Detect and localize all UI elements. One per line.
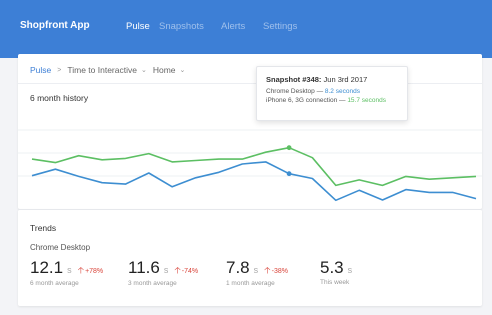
tooltip-row-value: 8.2 seconds (324, 88, 360, 95)
top-bar: Shopfront App Pulse Snapshots Alerts Set… (0, 0, 492, 58)
chevron-down-icon[interactable]: ⌄ (141, 66, 147, 74)
breadcrumb-separator-icon: > (57, 66, 62, 74)
metric-change: 🡡+78% (78, 263, 104, 279)
snapshot-tooltip: Snapshot #348: Jun 3rd 2017 Chrome Deskt… (256, 66, 408, 121)
arrow-up-icon: 🡡 (264, 265, 271, 275)
tooltip-row-label: iPhone 6, 3G connection — (266, 97, 348, 104)
history-title: 6 month history (30, 93, 89, 103)
metric-label: 3 month average (128, 280, 177, 287)
metric-3-month: 11.6 s 🡡-74% 3 month average (128, 258, 198, 287)
metric-change-value: -38% (271, 268, 288, 275)
metric-label: This week (320, 279, 350, 286)
metric-unit: s (163, 265, 169, 275)
metric-unit: s (253, 265, 259, 275)
arrow-up-icon: 🡡 (174, 265, 181, 275)
tooltip-date: Jun 3rd 2017 (323, 75, 368, 84)
trends-card: Trends Chrome Desktop 12.1 s 🡡+78% 6 mon… (18, 209, 482, 306)
history-card: Pulse > Time to Interactive ⌄ Home ⌄ 6 m… (18, 54, 482, 209)
divider (18, 83, 482, 84)
trends-title: Trends (30, 223, 57, 233)
metric-change-value: -74% (181, 268, 199, 275)
metric-value: 5.3 (320, 258, 344, 277)
breadcrumb-page[interactable]: Home (153, 65, 176, 75)
breadcrumb-pulse[interactable]: Pulse (30, 65, 51, 75)
metric-this-week: 5.3 s This week (320, 258, 352, 286)
metric-value: 7.8 (226, 258, 250, 277)
nav-settings[interactable]: Settings (263, 21, 297, 32)
metric-label: 1 month average (226, 280, 275, 287)
metric-label: 6 month average (30, 280, 79, 287)
arrow-up-icon: 🡡 (77, 265, 85, 275)
metric-value: 11.6 (128, 258, 160, 277)
metric-change: 🡡-38% (264, 263, 288, 279)
breadcrumb: Pulse > Time to Interactive ⌄ Home ⌄ (30, 65, 185, 75)
chevron-down-icon[interactable]: ⌄ (180, 66, 186, 74)
metric-change-value: +78% (85, 268, 104, 275)
nav-pulse[interactable]: Pulse (126, 21, 150, 32)
tooltip-row-label: Chrome Desktop — (266, 88, 325, 95)
metric-1-month: 7.8 s 🡡-38% 1 month average (226, 258, 288, 287)
tooltip-row-value: 15.7 seconds (347, 97, 386, 104)
metric-unit: s (347, 265, 353, 275)
metric-change: 🡡-74% (174, 263, 198, 279)
breadcrumb-metric[interactable]: Time to Interactive (67, 65, 137, 75)
metric-value: 12.1 (30, 258, 64, 277)
app-title[interactable]: Shopfront App (20, 20, 90, 31)
nav-snapshots[interactable]: Snapshots (159, 21, 204, 32)
trends-subtitle: Chrome Desktop (30, 243, 91, 252)
tooltip-row-iphone: iPhone 6, 3G connection — 15.7 seconds (266, 97, 398, 104)
metric-6-month: 12.1 s 🡡+78% 6 month average (30, 258, 103, 287)
nav-alerts[interactable]: Alerts (221, 21, 245, 32)
metric-unit: s (67, 265, 72, 275)
tooltip-snapshot: Snapshot #348: (266, 75, 322, 84)
tooltip-heading: Snapshot #348: Jun 3rd 2017 (266, 75, 398, 84)
tooltip-row-chrome: Chrome Desktop — 8.2 seconds (266, 88, 398, 95)
